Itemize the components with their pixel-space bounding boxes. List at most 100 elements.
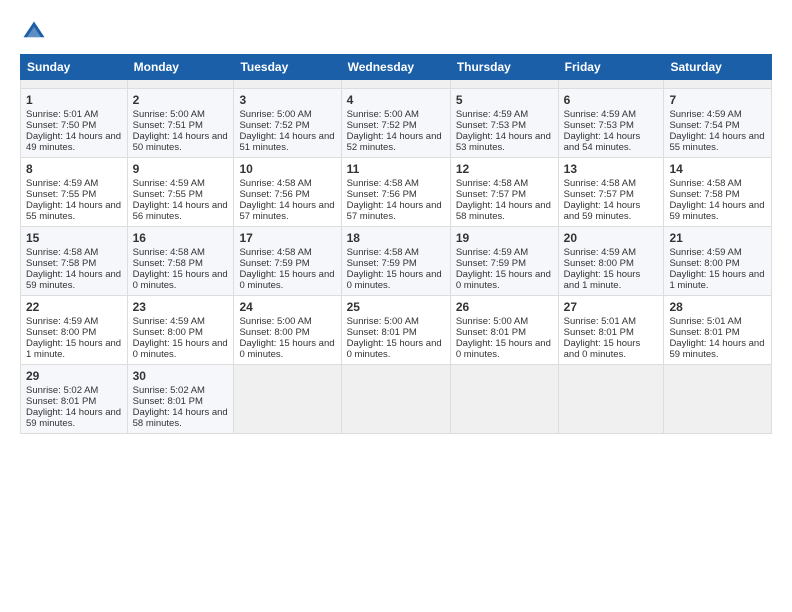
day-number: 15 [26,231,122,245]
sunrise-text: Sunrise: 4:59 AM [669,247,741,258]
daylight-text: Daylight: 14 hours and 59 minutes. [26,407,121,429]
day-number: 20 [564,231,659,245]
daylight-text: Daylight: 15 hours and 0 minutes. [564,338,641,360]
table-row: 25Sunrise: 5:00 AMSunset: 8:01 PMDayligh… [341,296,450,365]
daylight-text: Daylight: 14 hours and 55 minutes. [669,131,764,153]
sunrise-text: Sunrise: 4:59 AM [133,316,205,327]
table-row: 20Sunrise: 4:59 AMSunset: 8:00 PMDayligh… [558,227,664,296]
sunrise-text: Sunrise: 4:58 AM [669,178,741,189]
daylight-text: Daylight: 14 hours and 53 minutes. [456,131,551,153]
sunset-text: Sunset: 7:55 PM [26,189,96,200]
col-tuesday: Tuesday [234,55,341,80]
daylight-text: Daylight: 14 hours and 59 minutes. [564,200,641,222]
day-number: 28 [669,300,766,314]
sunrise-text: Sunrise: 5:01 AM [564,316,636,327]
sunset-text: Sunset: 7:56 PM [347,189,417,200]
table-row: 28Sunrise: 5:01 AMSunset: 8:01 PMDayligh… [664,296,772,365]
table-row: 27Sunrise: 5:01 AMSunset: 8:01 PMDayligh… [558,296,664,365]
sunrise-text: Sunrise: 4:59 AM [564,247,636,258]
calendar-week-1: 1Sunrise: 5:01 AMSunset: 7:50 PMDaylight… [21,89,772,158]
day-number: 16 [133,231,229,245]
col-monday: Monday [127,55,234,80]
table-row: 26Sunrise: 5:00 AMSunset: 8:01 PMDayligh… [450,296,558,365]
table-row: 15 Sunrise: 4:58 AMSunset: 7:58 PMDayligh… [21,227,128,296]
table-row: 5Sunrise: 4:59 AMSunset: 7:53 PMDaylight… [450,89,558,158]
daylight-text: Daylight: 14 hours and 59 minutes. [669,338,764,360]
table-row [558,80,664,89]
sunrise-text: Sunrise: 5:02 AM [26,385,98,396]
table-row: 12Sunrise: 4:58 AMSunset: 7:57 PMDayligh… [450,158,558,227]
table-row: 9Sunrise: 4:59 AMSunset: 7:55 PMDaylight… [127,158,234,227]
sunrise-text: Sunrise: 4:58 AM [347,178,419,189]
table-row: 4Sunrise: 5:00 AMSunset: 7:52 PMDaylight… [341,89,450,158]
daylight-text: Daylight: 15 hours and 1 minute. [26,338,121,360]
col-wednesday: Wednesday [341,55,450,80]
sunset-text: Sunset: 7:56 PM [239,189,309,200]
table-row: 6Sunrise: 4:59 AMSunset: 7:53 PMDaylight… [558,89,664,158]
table-row: 29Sunrise: 5:02 AMSunset: 8:01 PMDayligh… [21,365,128,434]
sunrise-text: Sunrise: 5:00 AM [133,109,205,120]
sunrise-text: Sunrise: 4:59 AM [133,178,205,189]
sunrise-text: Sunrise: 4:58 AM [564,178,636,189]
header [20,18,772,46]
daylight-text: Daylight: 15 hours and 0 minutes. [239,338,334,360]
table-row [234,80,341,89]
day-number: 25 [347,300,445,314]
day-number: 30 [133,369,229,383]
daylight-text: Daylight: 14 hours and 58 minutes. [456,200,551,222]
daylight-text: Daylight: 14 hours and 57 minutes. [239,200,334,222]
sunset-text: Sunset: 8:01 PM [26,396,96,407]
header-row: Sunday Monday Tuesday Wednesday Thursday… [21,55,772,80]
sunrise-text: Sunrise: 4:59 AM [564,109,636,120]
table-row: 8Sunrise: 4:59 AMSunset: 7:55 PMDaylight… [21,158,128,227]
daylight-text: Daylight: 14 hours and 59 minutes. [26,269,121,291]
daylight-text: Daylight: 14 hours and 51 minutes. [239,131,334,153]
logo [20,18,52,46]
day-number: 18 [347,231,445,245]
table-row: 18Sunrise: 4:58 AMSunset: 7:59 PMDayligh… [341,227,450,296]
table-row: 19Sunrise: 4:59 AMSunset: 7:59 PMDayligh… [450,227,558,296]
sunrise-text: Sunrise: 5:00 AM [347,316,419,327]
table-row: 14Sunrise: 4:58 AMSunset: 7:58 PMDayligh… [664,158,772,227]
sunrise-text: Sunrise: 4:59 AM [26,316,98,327]
day-number: 5 [456,93,553,107]
daylight-text: Daylight: 15 hours and 0 minutes. [456,338,551,360]
sunrise-text: Sunrise: 4:58 AM [239,247,311,258]
sunset-text: Sunset: 8:01 PM [456,327,526,338]
table-row [341,365,450,434]
sunrise-text: Sunrise: 4:58 AM [347,247,419,258]
sunset-text: Sunset: 8:00 PM [564,258,634,269]
daylight-text: Daylight: 14 hours and 57 minutes. [347,200,442,222]
sunset-text: Sunset: 7:59 PM [239,258,309,269]
table-row: 24Sunrise: 5:00 AMSunset: 8:00 PMDayligh… [234,296,341,365]
sunset-text: Sunset: 7:53 PM [564,120,634,131]
sunrise-text: Sunrise: 4:58 AM [26,247,98,258]
daylight-text: Daylight: 14 hours and 58 minutes. [133,407,228,429]
sunset-text: Sunset: 7:53 PM [456,120,526,131]
table-row [450,80,558,89]
col-sunday: Sunday [21,55,128,80]
sunrise-text: Sunrise: 4:59 AM [26,178,98,189]
sunrise-text: Sunrise: 4:58 AM [239,178,311,189]
table-row [664,80,772,89]
daylight-text: Daylight: 14 hours and 59 minutes. [669,200,764,222]
sunset-text: Sunset: 7:51 PM [133,120,203,131]
table-row [450,365,558,434]
sunset-text: Sunset: 8:01 PM [564,327,634,338]
col-friday: Friday [558,55,664,80]
sunset-text: Sunset: 7:58 PM [26,258,96,269]
table-row: 22Sunrise: 4:59 AMSunset: 8:00 PMDayligh… [21,296,128,365]
sunrise-text: Sunrise: 4:59 AM [456,247,528,258]
table-row: 3Sunrise: 5:00 AMSunset: 7:52 PMDaylight… [234,89,341,158]
table-row: 10Sunrise: 4:58 AMSunset: 7:56 PMDayligh… [234,158,341,227]
calendar-week-2: 8Sunrise: 4:59 AMSunset: 7:55 PMDaylight… [21,158,772,227]
sunset-text: Sunset: 7:54 PM [669,120,739,131]
daylight-text: Daylight: 14 hours and 55 minutes. [26,200,121,222]
sunset-text: Sunset: 8:00 PM [669,258,739,269]
table-row [341,80,450,89]
logo-icon [20,18,48,46]
table-row [234,365,341,434]
sunrise-text: Sunrise: 5:00 AM [239,109,311,120]
table-row: 13Sunrise: 4:58 AMSunset: 7:57 PMDayligh… [558,158,664,227]
day-number: 2 [133,93,229,107]
